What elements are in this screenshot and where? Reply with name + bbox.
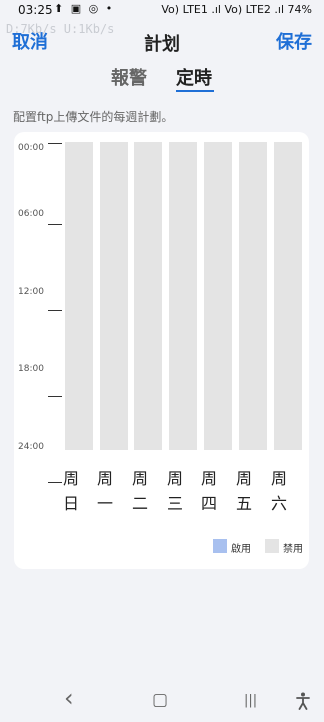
legend-enabled: 啟用 — [213, 539, 253, 555]
legend-swatch-enabled — [213, 539, 227, 553]
time-label-1200: 12:00 — [18, 287, 44, 297]
accessibility-figure-icon — [296, 692, 310, 710]
tab-bar: 報警 定時 — [0, 64, 324, 96]
home-icon[interactable]: ▢ — [152, 690, 168, 710]
navigation-bar: ‹ ▢ ||| — [0, 684, 324, 722]
day-column-mon[interactable] — [100, 142, 128, 450]
legend-swatch-disabled — [265, 539, 279, 553]
day-label-thu: 周 四 — [194, 466, 224, 516]
schedule-description: 配置ftp上傳文件的每週計劃。 — [13, 110, 174, 124]
legend-disabled: 禁用 — [265, 539, 307, 555]
day-label-wed: 周 三 — [160, 466, 190, 516]
time-tick — [48, 143, 62, 144]
day-label-tue: 周 二 — [125, 466, 155, 516]
day-column-thu[interactable] — [204, 142, 232, 450]
header: 取消 計划 保存 — [0, 28, 324, 56]
day-label-line2: 六 — [270, 494, 287, 513]
day-column-fri[interactable] — [239, 142, 267, 450]
day-label-line1: 周 — [235, 469, 252, 488]
time-tick — [48, 224, 62, 225]
save-button[interactable]: 保存 — [276, 28, 312, 54]
time-label-1800: 18:00 — [18, 364, 44, 374]
tab-alarm[interactable]: 報警 — [111, 64, 147, 90]
tab-schedule[interactable]: 定時 — [176, 64, 212, 90]
day-column-tue[interactable] — [134, 142, 162, 450]
signal-battery-status: Vo) LTE1 .ıl Vo) LTE2 .ıl 74% — [161, 3, 312, 16]
status-bar: 03:25 ⬆ ▣ ◎ • Vo) LTE1 .ıl Vo) LTE2 .ıl … — [0, 0, 324, 22]
day-label-mon: 周 一 — [90, 466, 120, 516]
day-label-line2: 五 — [235, 494, 252, 513]
day-label-line2: 三 — [166, 494, 183, 513]
legend-label-enabled: 啟用 — [231, 544, 251, 555]
day-label-line1: 周 — [270, 469, 287, 488]
schedule-card: 00:00 06:00 12:00 18:00 24:00 周 日 周 一 周 … — [14, 132, 309, 569]
time-label-2400: 24:00 — [18, 442, 44, 452]
time-label-0000: 00:00 — [18, 143, 44, 153]
day-label-line1: 周 — [96, 469, 113, 488]
day-label-line2: 二 — [131, 494, 148, 513]
time-tick — [48, 396, 62, 397]
day-column-wed[interactable] — [169, 142, 197, 450]
notification-icons: ⬆ ▣ ◎ • — [54, 2, 115, 15]
legend-label-disabled: 禁用 — [283, 544, 303, 555]
day-label-line2: 日 — [62, 494, 79, 513]
day-label-line1: 周 — [166, 469, 183, 488]
day-label-sat: 周 六 — [264, 466, 294, 516]
accessibility-icon[interactable] — [296, 692, 310, 715]
status-time: 03:25 — [18, 3, 53, 17]
day-label-sun: 周 日 — [56, 466, 86, 516]
active-tab-indicator — [176, 90, 214, 92]
day-label-line2: 一 — [96, 494, 113, 513]
day-column-sun[interactable] — [65, 142, 93, 450]
day-label-fri: 周 五 — [229, 466, 259, 516]
time-tick — [48, 310, 62, 311]
day-label-line1: 周 — [62, 469, 79, 488]
day-column-sat[interactable] — [274, 142, 302, 450]
day-label-line2: 四 — [200, 494, 217, 513]
time-label-0600: 06:00 — [18, 209, 44, 219]
recents-icon[interactable]: ||| — [244, 693, 257, 708]
back-icon[interactable]: ‹ — [64, 684, 74, 712]
day-label-line1: 周 — [200, 469, 217, 488]
day-label-line1: 周 — [131, 469, 148, 488]
